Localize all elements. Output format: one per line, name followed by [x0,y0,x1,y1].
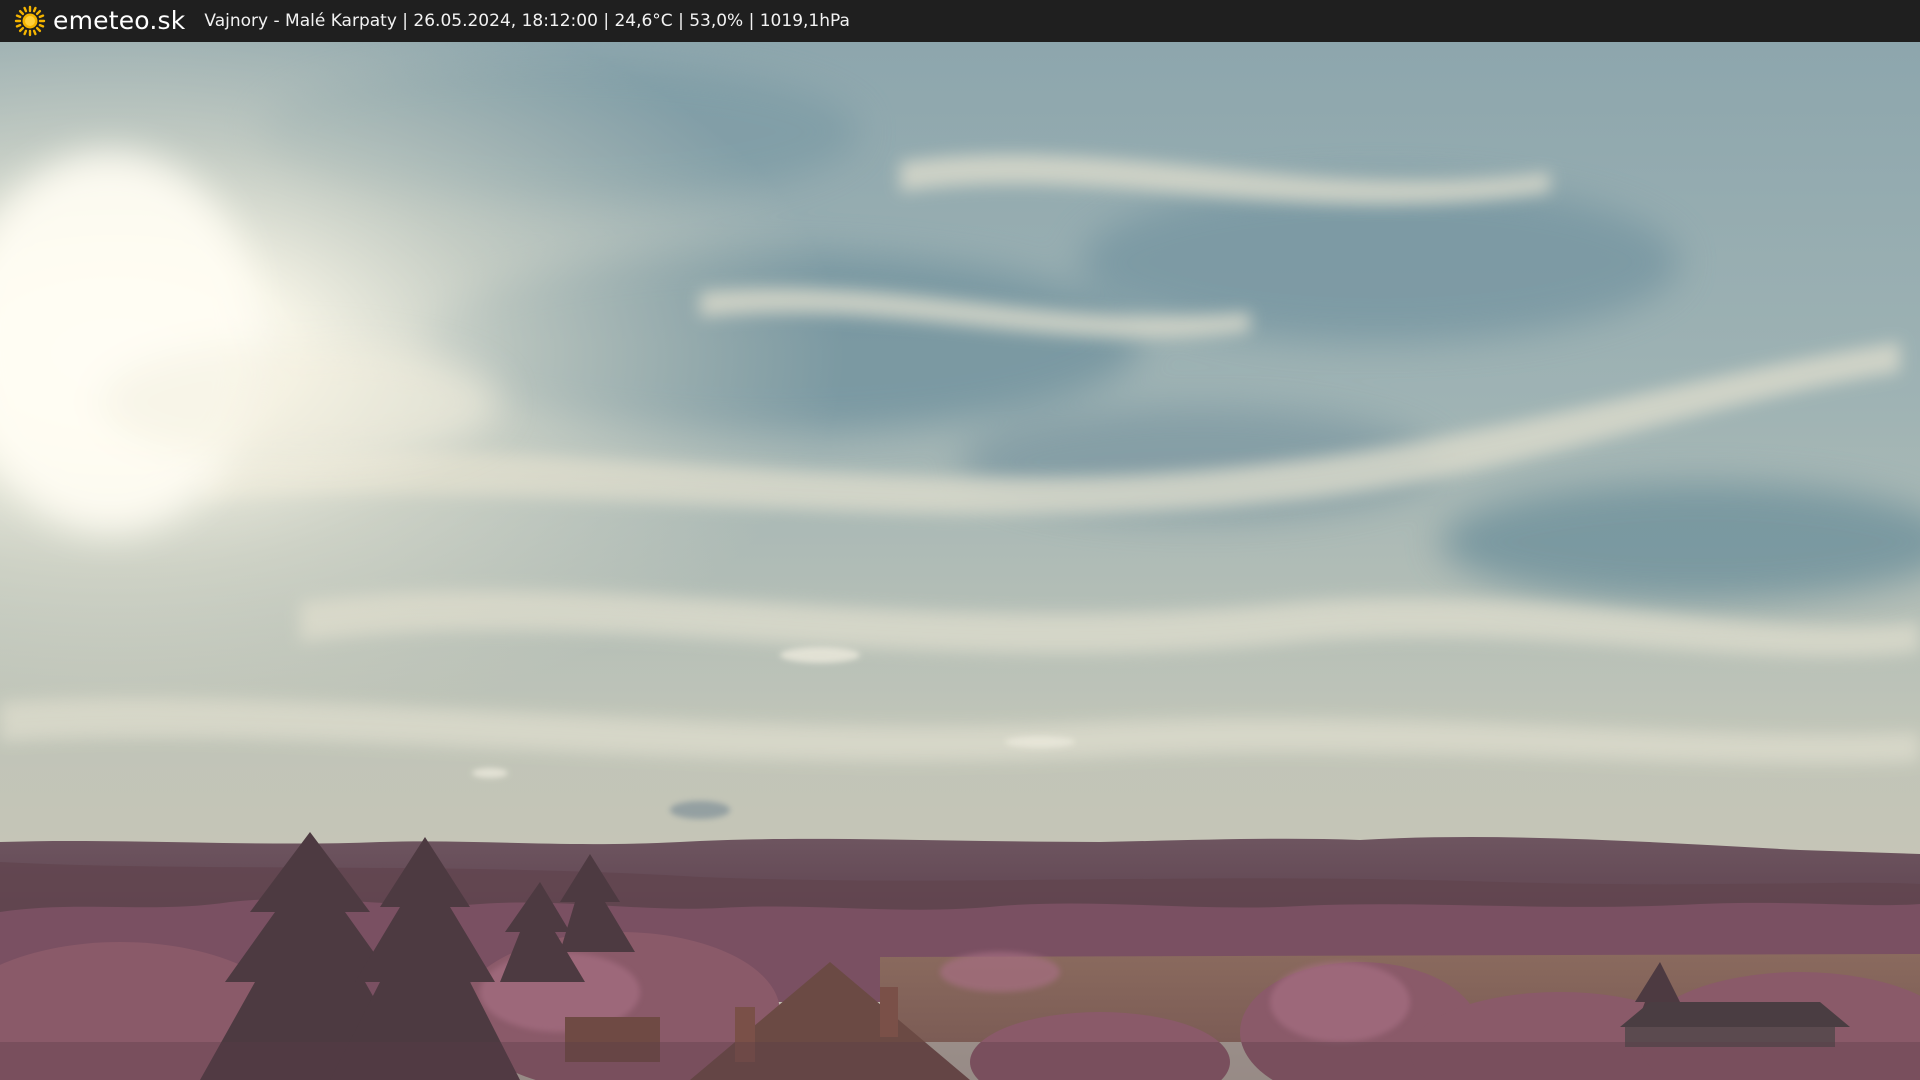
brand-logo[interactable]: emeteo.sk [14,0,185,42]
brand-name: emeteo.sk [53,6,186,35]
webcam-header-bar: emeteo.sk Vajnory - Malé Karpaty | 26.05… [0,0,1920,42]
station-info: Vajnory - Malé Karpaty | 26.05.2024, 18:… [204,11,850,31]
webcam-image [0,42,1920,1080]
sun-icon [14,5,46,37]
